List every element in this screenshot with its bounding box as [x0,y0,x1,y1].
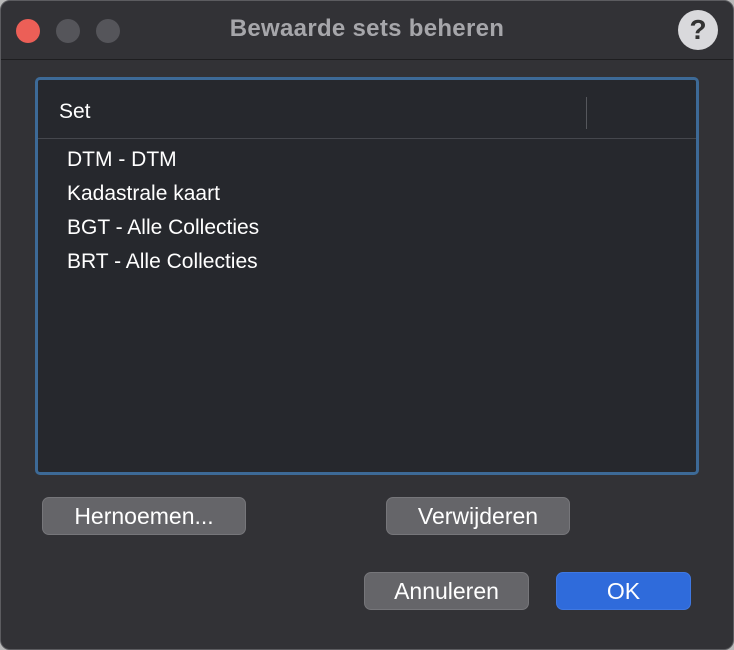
delete-button[interactable]: Verwijderen [386,497,570,535]
table-row[interactable]: BGT - Alle Collecties [38,211,696,245]
table-row[interactable]: Kadastrale kaart [38,177,696,211]
rename-button[interactable]: Hernoemen... [42,497,246,535]
table-row[interactable]: BRT - Alle Collecties [38,245,696,279]
title-bar: Bewaarde sets beheren ? [1,1,733,59]
title-separator [1,59,733,60]
table-row[interactable]: DTM - DTM [38,143,696,177]
dialog-window: Bewaarde sets beheren ? Set DTM - DTM Ka… [0,0,734,650]
column-header-set[interactable]: Set [59,100,91,124]
column-divider[interactable] [586,97,587,129]
window-title: Bewaarde sets beheren [229,15,505,42]
sets-table[interactable]: Set DTM - DTM Kadastrale kaart BGT - All… [35,77,699,475]
ok-button[interactable]: OK [556,572,691,610]
table-header: Set [38,80,696,139]
help-button[interactable]: ? [678,10,718,50]
cancel-button[interactable]: Annuleren [364,572,529,610]
table-rows: DTM - DTM Kadastrale kaart BGT - Alle Co… [38,143,696,279]
